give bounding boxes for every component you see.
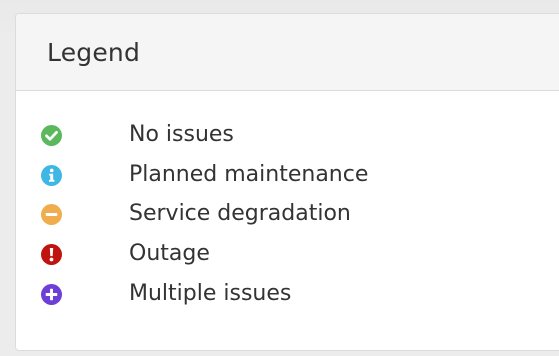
panel-header: Legend (16, 14, 559, 91)
page: Legend No issues Planned maintenance Ser… (0, 0, 559, 356)
minus-circle-icon (41, 204, 62, 225)
legend-panel: Legend No issues Planned maintenance Ser… (15, 13, 559, 351)
plus-circle-icon (41, 284, 62, 305)
legend-item-service-degradation: Service degradation (16, 200, 496, 234)
legend-item-no-issues: No issues (16, 121, 496, 155)
info-circle-icon (41, 165, 62, 186)
legend-label: Outage (129, 241, 210, 266)
legend-item-multiple-issues: Multiple issues (16, 280, 496, 314)
exclamation-circle-icon (41, 244, 62, 265)
legend-item-planned-maintenance: Planned maintenance (16, 161, 496, 195)
legend-item-outage: Outage (16, 240, 496, 274)
legend-label: No issues (129, 122, 234, 147)
legend-label: Multiple issues (129, 281, 292, 306)
panel-title: Legend (47, 38, 141, 67)
legend-label: Planned maintenance (129, 162, 369, 187)
check-circle-icon (41, 125, 62, 146)
legend-label: Service degradation (129, 201, 351, 226)
